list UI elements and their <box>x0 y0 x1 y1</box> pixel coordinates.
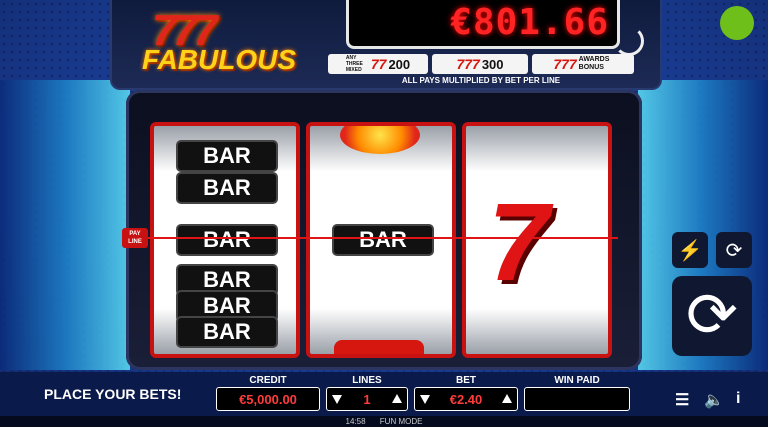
status-footer: 14:58 FUN MODE <box>0 416 768 427</box>
place-bets-message: PLACE YOUR BETS! <box>44 386 182 402</box>
bar-symbol: BAR <box>176 316 278 348</box>
bar-symbol: BAR <box>176 140 278 172</box>
autoplay-button[interactable]: ⟳ <box>716 232 752 268</box>
jackpot-value: €801.66 <box>450 2 609 43</box>
sound-icon: 🔈 <box>704 392 724 409</box>
paytable-amount: AWARDS BONUS <box>578 56 610 71</box>
paytable-item: ANY THREE MIXED 77 200 <box>328 54 428 74</box>
reel-2: BAR <box>306 122 456 358</box>
jackpot-meter: €801.66 <box>346 0 620 49</box>
return-arrow-icon <box>614 26 644 56</box>
bar-symbol: BAR <box>176 224 278 256</box>
win-paid-value <box>524 387 630 411</box>
paytable-prefix: ANY THREE MIXED <box>345 55 363 73</box>
menu-icon: ☰ <box>675 392 690 409</box>
payline-tag: PAY LINE <box>122 228 148 248</box>
mode-label: FUN MODE <box>379 417 423 426</box>
game-logo: 777 FABULOUS <box>142 6 302 78</box>
bet-increase-button[interactable] <box>502 394 512 403</box>
bet-label: BET <box>456 375 476 386</box>
info-icon: i <box>736 390 741 407</box>
status-indicator <box>720 6 754 40</box>
flame-seven-symbol <box>340 126 420 154</box>
left-light-strip <box>0 80 130 370</box>
credit-value: €5,000.00 <box>216 387 320 411</box>
paytable-symbol: 777 <box>456 56 480 72</box>
paytable-symbol: 77 <box>370 56 387 72</box>
win-paid-label: WIN PAID <box>554 375 600 386</box>
reel-3: 7 <box>462 122 612 358</box>
info-button[interactable]: i <box>736 390 740 408</box>
clock: 14:58 <box>345 417 366 426</box>
paytable-symbol: 777 <box>553 56 577 72</box>
paytable-amount: 200 <box>388 56 411 72</box>
lines-decrease-button[interactable] <box>332 395 342 404</box>
turbo-icon: ⚡ <box>677 239 703 262</box>
lines-label: LINES <box>352 375 382 386</box>
seven-symbol-partial <box>334 340 424 354</box>
seven-symbol: 7 <box>488 181 550 304</box>
spin-icon: ⟳ <box>686 281 738 350</box>
paytable: ANY THREE MIXED 77 200 777 300 777 AWARD… <box>328 54 634 74</box>
credit-label: CREDIT <box>249 375 287 386</box>
autoplay-icon: ⟳ <box>725 239 743 262</box>
bet-decrease-button[interactable] <box>420 395 430 404</box>
bar-symbol: BAR <box>176 172 278 204</box>
paytable-item: 777 AWARDS BONUS <box>532 54 634 74</box>
paytable-amount: 300 <box>481 56 504 72</box>
bar-symbol: BAR <box>332 224 434 256</box>
turbo-button[interactable]: ⚡ <box>672 232 708 268</box>
logo-word: FABULOUS <box>142 44 296 75</box>
payline <box>146 237 618 239</box>
lines-increase-button[interactable] <box>392 394 402 403</box>
paytable-note: ALL PAYS MULTIPLIED BY BET PER LINE <box>401 76 561 85</box>
paytable-item: 777 300 <box>432 54 528 74</box>
sound-button[interactable]: 🔈 <box>704 390 724 410</box>
spin-button[interactable]: ⟳ <box>672 276 752 356</box>
menu-button[interactable]: ☰ <box>675 390 689 410</box>
reel-1: BAR BAR BAR BAR BAR BAR <box>150 122 300 358</box>
